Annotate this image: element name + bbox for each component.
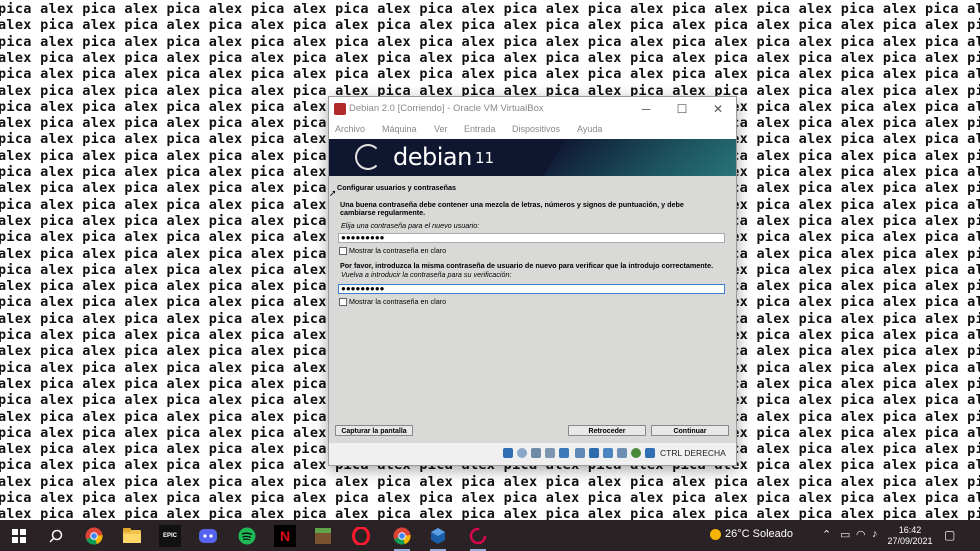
virtualbox-icon[interactable] — [427, 525, 449, 551]
menu-ayuda[interactable]: Ayuda — [577, 124, 602, 134]
spotify-icon[interactable] — [236, 525, 258, 547]
virtualbox-app-icon — [334, 103, 346, 115]
screenshot-button[interactable]: Capturar la pantalla — [335, 425, 413, 436]
epic-games-icon[interactable]: EPIC — [159, 525, 181, 547]
chrome-2-icon[interactable] — [391, 525, 413, 551]
title-bar[interactable]: Debian 2.0 [Corriendo] - Oracle VM Virtu… — [329, 97, 736, 121]
window-title: Debian 2.0 [Corriendo] - Oracle VM Virtu… — [349, 103, 544, 114]
password-confirm-input[interactable]: ●●●●●●●●● — [338, 284, 725, 294]
status-bar: CTRL DERECHA — [329, 443, 736, 465]
wallpaper-text-row: alex pica alex pica alex pica alex pica … — [0, 49, 980, 66]
usb-icon[interactable] — [545, 448, 555, 458]
wallpaper-text-row: pica alex pica alex pica alex pica alex … — [0, 33, 980, 50]
keyboard-icon[interactable] — [645, 448, 655, 458]
cd-icon[interactable] — [503, 448, 513, 458]
clock-date: 27/09/2021 — [887, 536, 933, 546]
sun-icon — [710, 528, 721, 540]
start-icon[interactable] — [8, 525, 30, 547]
chevron-up-icon[interactable]: ⌃ — [822, 528, 831, 541]
password-prompt: Elija una contraseña para el nuevo usuar… — [341, 221, 480, 230]
virtualbox-window[interactable]: Debian 2.0 [Corriendo] - Oracle VM Virtu… — [328, 96, 737, 466]
shared-folder-icon[interactable] — [575, 448, 585, 458]
guest-screen[interactable]: debian 11 Configurar usuarios y contrase… — [329, 139, 736, 443]
debian-swirl-icon — [355, 144, 381, 170]
search-icon[interactable] — [45, 525, 67, 547]
weather-text: 26°C Soleado — [725, 528, 794, 540]
minecraft-icon[interactable] — [312, 525, 334, 547]
section-title: Configurar usuarios y contraseñas — [337, 183, 457, 192]
display-icon[interactable] — [589, 448, 599, 458]
menu-archivo[interactable]: Archivo — [335, 124, 365, 134]
host-key-label: CTRL DERECHA — [660, 448, 726, 458]
wallpaper-text-row: alex pica alex pica alex pica alex pica … — [0, 506, 980, 520]
debian-icon[interactable] — [467, 525, 489, 551]
taskbar: EPIC N 26°C Soleado ⌃ ▭ ◠ ♪ 16:42 27/09/… — [0, 520, 980, 551]
show-password-checkbox[interactable] — [339, 247, 347, 255]
banner-decoration — [536, 139, 736, 176]
network-icon[interactable] — [559, 448, 569, 458]
capture-icon[interactable] — [617, 448, 627, 458]
banner-version: 11 — [475, 149, 495, 167]
close-button[interactable]: ✕ — [700, 97, 736, 121]
wallpaper-text-row: alex pica alex pica alex pica alex pica … — [0, 473, 980, 490]
show-password-label: Mostrar la contraseña en claro — [349, 246, 447, 255]
wallpaper-text-row: pica alex pica alex pica alex pica alex … — [0, 1, 980, 17]
minimize-button[interactable]: ─ — [628, 97, 664, 121]
debian-banner: debian 11 — [329, 139, 736, 176]
confirm-text: Por favor, introduzca la misma contraseñ… — [340, 261, 714, 270]
weather-widget[interactable]: 26°C Soleado — [710, 528, 793, 540]
password-input[interactable]: ●●●●●●●●● — [338, 233, 725, 243]
password-confirm-prompt: Vuelva a introducir la contraseña para s… — [341, 270, 512, 279]
netflix-icon[interactable]: N — [274, 525, 296, 547]
menu-dispositivos[interactable]: Dispositivos — [512, 124, 560, 134]
battery-icon[interactable]: ▭ — [840, 528, 850, 541]
banner-logo: debian — [393, 143, 472, 171]
chrome-icon[interactable] — [83, 525, 105, 547]
wallpaper-text-row: alex pica alex pica alex pica alex pica … — [0, 17, 980, 34]
menu-entrada[interactable]: Entrada — [464, 124, 496, 134]
arrow-icon[interactable] — [631, 448, 641, 458]
clock[interactable]: 16:42 27/09/2021 — [887, 525, 933, 547]
menu-maquina[interactable]: Máquina — [382, 124, 417, 134]
mouse-cursor-icon: ➚ — [329, 188, 337, 198]
discord-icon[interactable] — [197, 525, 219, 547]
notifications-icon[interactable]: ▢ — [944, 528, 955, 542]
wallpaper-text-row: pica alex pica alex pica alex pica alex … — [0, 66, 980, 83]
optical-drive-icon[interactable] — [517, 448, 527, 458]
help-text: Una buena contraseña debe contener una m… — [340, 200, 684, 217]
wallpaper-text-row: pica alex pica alex pica alex pica alex … — [0, 490, 980, 506]
clock-time: 16:42 — [898, 525, 922, 535]
show-password-confirm-checkbox[interactable] — [339, 298, 347, 306]
show-password-confirm-label: Mostrar la contraseña en claro — [349, 297, 447, 306]
continue-button[interactable]: Continuar — [651, 425, 729, 436]
audio-icon[interactable] — [531, 448, 541, 458]
wifi-icon[interactable]: ◠ — [856, 528, 866, 541]
file-explorer-icon[interactable] — [121, 525, 143, 547]
menu-ver[interactable]: Ver — [434, 124, 448, 134]
volume-icon[interactable]: ♪ — [872, 528, 878, 540]
back-button[interactable]: Retroceder — [568, 425, 646, 436]
record-icon[interactable] — [603, 448, 613, 458]
maximize-button[interactable]: ☐ — [664, 97, 700, 121]
opera-icon[interactable] — [350, 525, 372, 547]
menu-bar: Archivo Máquina Ver Entrada Dispositivos… — [329, 121, 736, 139]
